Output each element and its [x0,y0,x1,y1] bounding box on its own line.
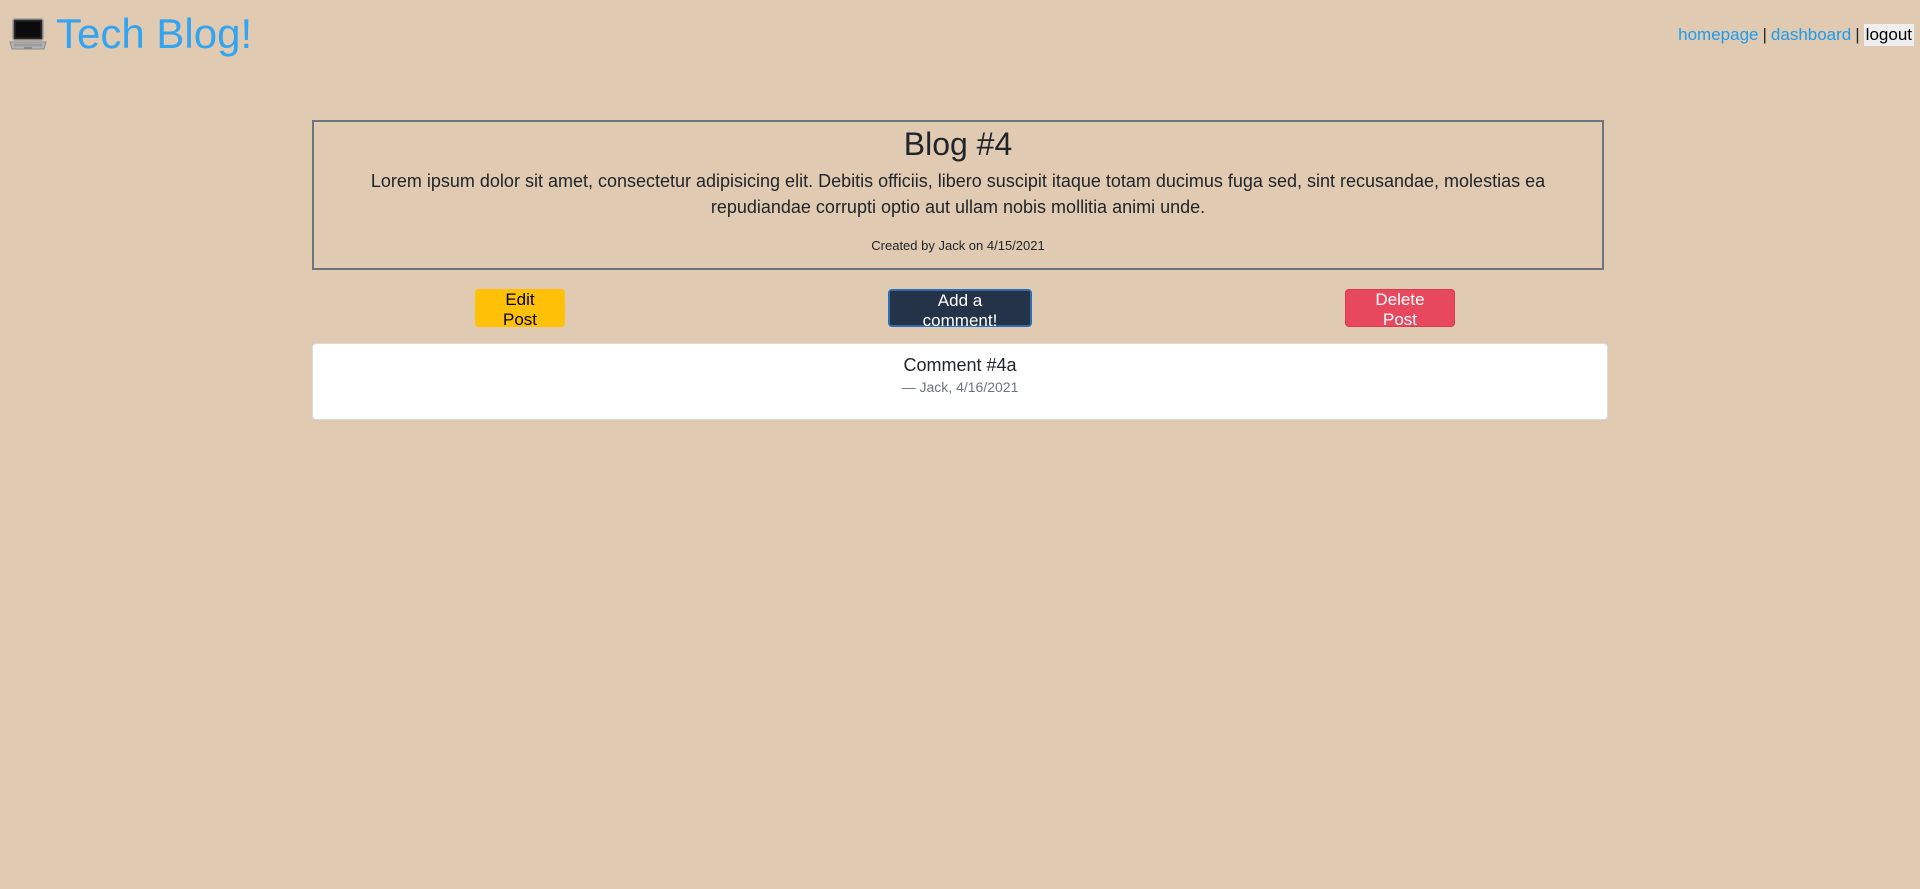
blog-post: Blog #4 Lorem ipsum dolor sit amet, cons… [312,120,1604,270]
nav-dashboard-link[interactable]: dashboard [1771,25,1851,45]
nav-separator: | [1855,25,1860,44]
edit-post-button[interactable]: Edit Post [475,289,565,329]
post-meta: Created by Jack on 4/15/2021 [871,238,1045,253]
site-title: Tech Blog! [56,10,253,57]
laptop-icon [9,18,47,50]
post-body: Lorem ipsum dolor sit amet, consectetur … [370,171,1546,217]
comment-meta: — Jack, 4/16/2021 [901,379,1019,395]
brand-link[interactable]: Tech Blog! [8,8,252,60]
comment-card: Comment #4a — Jack, 4/16/2021 [312,343,1608,420]
nav-separator: | [1762,25,1767,44]
post-title: Blog #4 [903,126,1013,162]
nav-homepage-link[interactable]: homepage [1678,25,1758,45]
comment-text: Comment #4a [903,355,1017,375]
logout-button[interactable]: logout [1863,24,1914,46]
add-comment-button[interactable]: Add a comment! [888,289,1032,330]
site-header: Tech Blog! homepage | dashboard | logout [0,0,1920,70]
main-nav: homepage | dashboard | logout [1678,24,1914,46]
delete-post-button[interactable]: Delete Post [1345,289,1455,329]
